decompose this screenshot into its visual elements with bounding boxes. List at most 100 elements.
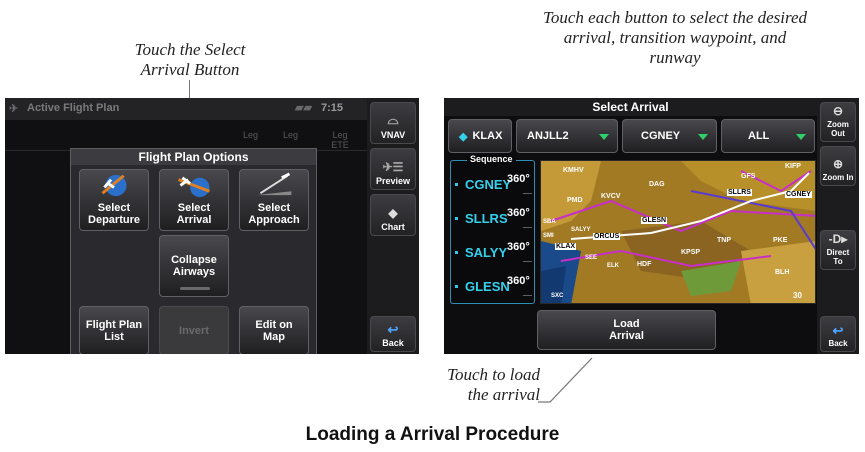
zoom-out-icon: ⊖ xyxy=(832,104,844,118)
zoom-in-icon: ⊕ xyxy=(832,157,844,171)
select-approach-button[interactable]: Select Approach xyxy=(239,169,309,231)
airport-value: KLAX xyxy=(472,130,503,142)
vnav-label: VNAV xyxy=(380,130,406,140)
side-bezel: ⌓ VNAV ✈☰ Preview ◆ Chart ↩ Back xyxy=(367,98,419,354)
back-button[interactable]: ↩ Back xyxy=(820,316,856,352)
transition-selector[interactable]: CGNEY xyxy=(622,119,717,153)
back-label: Back xyxy=(828,339,848,348)
callout-select-each: Touch each button to select the desired … xyxy=(500,8,850,68)
map-label: SBA xyxy=(543,219,556,225)
dropdown-arrow-icon xyxy=(698,134,708,140)
callout-line: the arrival xyxy=(467,385,540,404)
bullet-icon xyxy=(455,285,458,288)
back-button[interactable]: ↩ Back xyxy=(370,316,416,352)
invert-label: Invert xyxy=(179,324,209,337)
title-bar: ✈ Active Flight Plan ▰▰ 7:15 xyxy=(5,98,367,120)
airport-diamond-icon: ◆ xyxy=(459,130,468,143)
collapse-airways-label: Collapse Airways xyxy=(171,254,217,278)
map-label: KMHV xyxy=(563,167,584,174)
chart-button[interactable]: ◆ Chart xyxy=(370,194,416,236)
map-label: SMI xyxy=(543,233,554,239)
map-label: KIFP xyxy=(785,163,801,170)
chart-icon: ◆ xyxy=(388,206,398,220)
callout-select-arrival: Touch the Select Arrival Button xyxy=(100,40,280,80)
transition-value: CGNEY xyxy=(641,130,681,142)
zoom-out-label: Zoom Out xyxy=(827,120,849,138)
flight-plan-list-button[interactable]: Flight Plan List xyxy=(79,306,149,354)
distance: __ xyxy=(523,220,532,229)
arrival-map[interactable]: KMHV DAG GFS KIFP PMD KVCV SLLRS CGNEY S… xyxy=(540,160,816,304)
map-label: SLLRS xyxy=(727,189,752,196)
flight-plan-options-popup: Flight Plan Options Select Departure Sel… xyxy=(70,148,317,354)
waypoint-name: GLESN xyxy=(465,279,510,294)
callout-line: Arrival Button xyxy=(140,60,240,79)
vnav-icon: ⌓ xyxy=(387,111,399,127)
map-label: SALYY xyxy=(571,227,591,233)
vnav-button[interactable]: ⌓ VNAV xyxy=(370,102,416,144)
load-arrival-button[interactable]: Load Arrival xyxy=(537,310,716,350)
select-departure-button[interactable]: Select Departure xyxy=(79,169,149,231)
map-label: GFS xyxy=(741,173,756,180)
load-arrival-label: Load Arrival xyxy=(609,318,644,342)
page-title: Select Arrival xyxy=(444,98,817,116)
distance: __ xyxy=(523,288,532,297)
heading: 360° xyxy=(507,275,530,287)
edit-on-map-label: Edit on Map xyxy=(255,318,293,343)
arrival-selector[interactable]: ANJLL2 xyxy=(516,119,618,153)
preview-button[interactable]: ✈☰ Preview xyxy=(370,148,416,190)
zoom-in-label: Zoom In xyxy=(822,173,854,182)
map-label: SEE xyxy=(585,255,598,261)
map-label: PMD xyxy=(567,197,583,204)
dropdown-arrow-icon xyxy=(599,134,609,140)
edit-on-map-button[interactable]: Edit on Map xyxy=(239,306,309,354)
map-label: DAG xyxy=(649,181,665,188)
select-arrival-label: Select Arrival xyxy=(176,202,212,226)
column-header: Leg xyxy=(243,130,259,140)
figure-caption: Loading a Arrival Procedure xyxy=(305,424,560,445)
callout-line: Touch to load xyxy=(447,365,540,384)
leader-line-load xyxy=(538,357,593,403)
map-label: ORCUS xyxy=(593,233,621,240)
popup-title: Flight Plan Options xyxy=(71,149,316,165)
airplane-icon: ✈ xyxy=(9,103,19,115)
bullet-icon xyxy=(455,217,458,220)
map-label: TNP xyxy=(717,237,731,244)
back-icon: ↩ xyxy=(387,322,399,337)
flight-plan-screen: ✈ Active Flight Plan ▰▰ 7:15 Leg Leg Leg… xyxy=(5,98,419,354)
runway-selector[interactable]: ALL xyxy=(721,119,815,153)
sequence-row[interactable]: SALYY 360° __ xyxy=(455,241,535,265)
map-label: KPSP xyxy=(681,249,701,256)
distance: __ xyxy=(523,186,532,195)
select-approach-label: Select Approach xyxy=(248,202,300,226)
sequence-row[interactable]: CGNEY 360° __ xyxy=(455,173,535,197)
zoom-in-button[interactable]: ⊕ Zoom In xyxy=(820,146,856,186)
distance: __ xyxy=(523,254,532,263)
bullet-icon xyxy=(455,251,458,254)
callout-line: Touch the Select xyxy=(134,40,246,59)
collapse-airways-button[interactable]: Collapse Airways xyxy=(159,235,229,297)
side-bezel: ⊖ Zoom Out ⊕ Zoom In -D▸ Direct To ↩ Bac… xyxy=(817,98,859,354)
invert-button[interactable]: Invert xyxy=(159,306,229,354)
arrival-icon xyxy=(178,176,210,198)
airport-selector[interactable]: ◆ KLAX xyxy=(448,119,512,153)
heading: 360° xyxy=(507,207,530,219)
callout-load-arrival: Touch to load the arrival xyxy=(430,365,540,405)
approach-icon xyxy=(256,172,292,196)
select-arrival-button[interactable]: Select Arrival xyxy=(159,169,229,231)
column-header: Leg xyxy=(283,130,299,140)
direct-to-label: Direct To xyxy=(826,248,850,266)
bullet-icon xyxy=(455,183,458,186)
map-label: ELK xyxy=(607,263,619,269)
waypoint-name: CGNEY xyxy=(465,177,512,192)
heading: 360° xyxy=(507,173,530,185)
callout-line: runway xyxy=(649,48,701,67)
clock: 7:15 xyxy=(321,102,344,114)
zoom-out-button[interactable]: ⊖ Zoom Out xyxy=(820,102,856,142)
sequence-row[interactable]: GLESN 360° __ xyxy=(455,275,535,299)
map-label: CGNEY xyxy=(785,191,812,198)
sequence-panel: Sequence CGNEY 360° __ SLLRS 360° __ SAL… xyxy=(450,154,535,304)
sequence-row[interactable]: SLLRS 360° __ xyxy=(455,207,535,231)
direct-to-button[interactable]: -D▸ Direct To xyxy=(820,230,856,270)
map-label: HDF xyxy=(637,261,652,268)
waypoint-name: SALYY xyxy=(465,245,508,260)
